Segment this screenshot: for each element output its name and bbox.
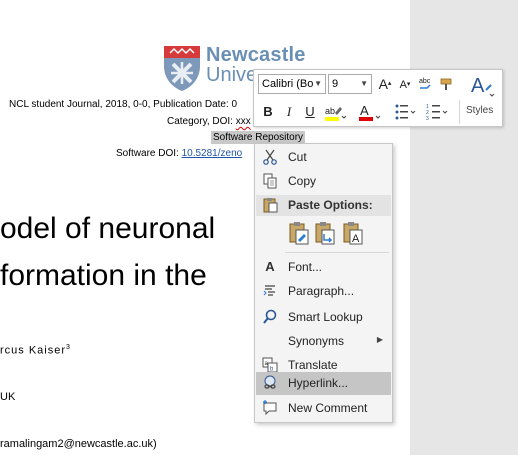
scissors-icon: [263, 149, 277, 165]
email-line: ramalingam2@newcastle.ac.uk): [0, 438, 157, 450]
software-repository-line: Software Repository: [211, 131, 306, 144]
menu-label-cut: Cut: [288, 150, 307, 164]
svg-text:A: A: [352, 233, 360, 245]
copy-icon: [263, 173, 277, 189]
bullet-list-icon: [395, 104, 416, 120]
paste-text-only-icon: A: [343, 222, 363, 245]
title-line-2: formation in the: [0, 259, 207, 292]
menu-item-paragraph[interactable]: Paragraph...: [256, 280, 391, 303]
journal-line: NCL student Journal, 2018, 0-0, Publicat…: [9, 99, 238, 110]
menu-separator: [285, 252, 389, 253]
software-doi-link[interactable]: 10.5281/zeno: [182, 148, 243, 159]
menu-item-smart-lookup[interactable]: Smart Lookup: [256, 306, 391, 329]
shrink-font-button[interactable]: A▾: [396, 76, 414, 94]
toolbar-separator: [459, 100, 460, 124]
italic-button[interactable]: I: [280, 103, 298, 121]
menu-label-paragraph: Paragraph...: [288, 284, 355, 298]
shrink-font-icon: A: [399, 79, 407, 91]
menu-label-smart-lookup: Smart Lookup: [288, 310, 363, 324]
styles-button[interactable]: A: [468, 72, 496, 98]
author-superscript: 3: [66, 344, 71, 351]
title-line-1: odel of neuronal: [0, 212, 216, 245]
context-menu: Cut Copy Paste Options: A A Font... Para…: [254, 143, 393, 423]
chevron-down-icon: ▼: [314, 79, 322, 88]
menu-label-font: Font...: [288, 260, 323, 274]
menu-item-cut[interactable]: Cut: [256, 146, 391, 169]
bullets-button[interactable]: [394, 102, 416, 120]
comment-icon: [263, 400, 277, 416]
svg-text:ab: ab: [325, 106, 335, 116]
clear-formatting-button[interactable]: abc: [417, 75, 435, 93]
styles-icon: A: [471, 75, 495, 97]
underline-button[interactable]: U: [301, 103, 319, 121]
font-size-value: 9: [332, 78, 339, 90]
mini-toolbar: Calibri (Bo ▼ 9 ▼ A▴ A▾ abc A B I U ab A…: [253, 69, 503, 127]
category-prefix: Category, DOI:: [167, 116, 236, 127]
menu-label-synonyms: Synonyms: [288, 334, 345, 348]
paste-options-label: Paste Options:: [288, 198, 373, 212]
menu-label-hyperlink: Hyperlink...: [288, 376, 349, 390]
numbered-list-icon: 1 2 3: [426, 104, 448, 122]
menu-item-new-comment[interactable]: New Comment: [256, 397, 391, 420]
category-doi: xxx: [235, 116, 251, 127]
menu-item-synonyms[interactable]: Synonyms ▶: [256, 330, 391, 353]
menu-label-new-comment: New Comment: [288, 401, 368, 415]
font-color-button[interactable]: A: [358, 102, 381, 121]
paste-options-group: A: [283, 220, 383, 248]
numbering-button[interactable]: 1 2 3: [426, 102, 448, 122]
format-painter-icon: [440, 78, 452, 90]
styles-label: Styles: [466, 105, 494, 116]
paste-merge-icon: [315, 222, 335, 245]
menu-label-translate: Translate: [288, 358, 338, 372]
menu-item-hyperlink[interactable]: Hyperlink...: [256, 372, 391, 395]
translate-icon: a b: [262, 357, 278, 373]
svg-text:A: A: [471, 75, 485, 97]
software-doi-prefix: Software DOI:: [116, 148, 182, 159]
highlight-button[interactable]: ab: [324, 102, 347, 121]
paste-text-only-button[interactable]: A: [341, 220, 367, 248]
menu-item-font[interactable]: A Font...: [256, 256, 391, 279]
search-icon: [263, 309, 277, 324]
clipboard-icon: [263, 198, 278, 213]
shield-icon: [164, 46, 200, 91]
svg-text:abc: abc: [419, 78, 431, 85]
font-size-box[interactable]: 9 ▼: [328, 74, 372, 94]
menu-label-copy: Copy: [288, 174, 317, 188]
change-case-icon: abc: [419, 78, 431, 89]
bold-button[interactable]: B: [259, 103, 277, 121]
font-color-icon: A: [359, 103, 381, 121]
chevron-down-icon: ▼: [360, 79, 368, 88]
software-doi-line: Software DOI: 10.5281/zeno: [116, 148, 242, 159]
font-icon: A: [265, 259, 275, 274]
paste-merge-button[interactable]: [313, 220, 339, 248]
paragraph-icon: [263, 285, 275, 296]
category-line: Category, DOI: xxx: [167, 116, 251, 127]
font-name-value: Calibri (Bo: [262, 78, 314, 90]
menu-item-copy[interactable]: Copy: [256, 170, 391, 193]
logo-line2: Unive: [206, 64, 258, 86]
svg-text:3: 3: [426, 116, 429, 122]
svg-text:A: A: [360, 103, 369, 118]
submenu-arrow-icon: ▶: [376, 335, 383, 344]
author-line: rcus Kaiser3: [0, 344, 71, 357]
affiliation-line: UK: [0, 391, 16, 403]
paste-options-header: Paste Options:: [256, 195, 391, 216]
format-painter-button[interactable]: [438, 75, 456, 93]
grow-font-icon: A: [378, 76, 388, 92]
grow-font-button[interactable]: A▴: [376, 75, 394, 93]
link-icon: [264, 375, 276, 389]
paste-keep-source-button[interactable]: [287, 220, 313, 248]
highlighter-icon: ab: [325, 106, 347, 121]
paste-keep-formatting-icon: [289, 222, 309, 245]
font-name-box[interactable]: Calibri (Bo ▼: [258, 74, 326, 94]
author-name: rcus Kaiser: [0, 344, 67, 357]
